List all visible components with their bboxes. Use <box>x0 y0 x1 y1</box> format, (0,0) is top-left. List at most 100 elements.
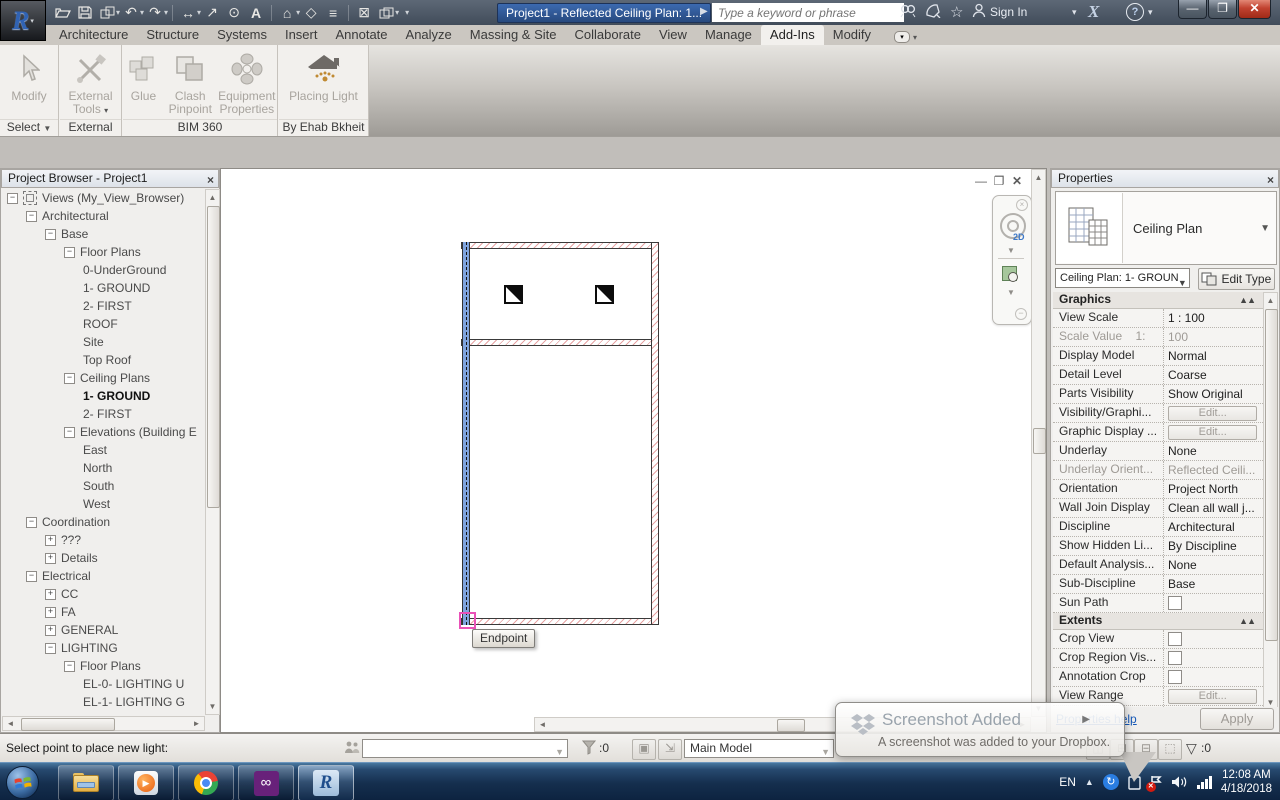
tree-item[interactable]: −Architectural <box>3 207 205 225</box>
tree-item[interactable]: +??? <box>3 531 205 549</box>
add-to-set-icon[interactable]: ⇲ <box>658 739 682 760</box>
panel-caption-select[interactable]: Select ▼ <box>0 119 58 136</box>
property-row[interactable]: Detail LevelCoarse <box>1053 366 1263 385</box>
collapse-icon[interactable]: − <box>26 571 37 582</box>
tab-manage[interactable]: Manage <box>696 25 761 45</box>
tree-item[interactable]: −Floor Plans <box>3 243 205 261</box>
design-options-icon[interactable]: ▣ <box>632 739 656 760</box>
tab-architecture[interactable]: Architecture <box>50 25 137 45</box>
tree-item[interactable]: 2- FIRST <box>3 297 205 315</box>
modify-button[interactable]: Modify <box>3 48 55 119</box>
property-row[interactable]: Show Hidden Li...By Discipline <box>1053 537 1263 556</box>
save-icon[interactable] <box>75 3 95 23</box>
network-icon[interactable] <box>1197 776 1212 789</box>
apply-button[interactable]: Apply <box>1200 708 1274 730</box>
collapse-icon[interactable]: − <box>64 247 75 258</box>
open-icon[interactable] <box>53 3 73 23</box>
customize-qat-icon[interactable]: ▾ <box>405 8 409 17</box>
drawing-area[interactable]: — ❐ ✕ × 2D ▼ ▼ − Endpoint ▲ ▼ ◄ <box>220 168 1047 733</box>
collapse-icon[interactable]: − <box>26 517 37 528</box>
property-value[interactable]: Reflected Ceili... <box>1164 461 1263 479</box>
expand-icon[interactable]: + <box>45 607 56 618</box>
tree-item[interactable]: South <box>3 477 205 495</box>
tree-item[interactable]: 1- GROUND <box>3 387 205 405</box>
expand-icon[interactable]: + <box>45 535 56 546</box>
navbar-close-icon[interactable]: × <box>1016 199 1028 211</box>
edit-type-button[interactable]: Edit Type <box>1198 268 1275 290</box>
exchange-apps-icon[interactable]: X <box>1088 2 1099 22</box>
tree-item[interactable]: East <box>3 441 205 459</box>
notification-expand-icon[interactable]: ▶ <box>1082 714 1090 725</box>
undo-icon[interactable]: ↶ <box>121 3 141 23</box>
edit-button[interactable]: Edit... <box>1168 425 1257 440</box>
property-row[interactable]: UnderlayNone <box>1053 442 1263 461</box>
edit-button[interactable]: Edit... <box>1168 689 1257 704</box>
tree-item[interactable]: 0-UnderGround <box>3 261 205 279</box>
wall-bottom[interactable] <box>461 618 659 625</box>
property-row[interactable]: Scale Value 1:100 <box>1053 328 1263 347</box>
collapse-icon[interactable]: − <box>45 229 56 240</box>
tab-add-ins[interactable]: Add-Ins <box>761 25 824 45</box>
checkbox[interactable] <box>1168 632 1182 646</box>
tree-item[interactable]: 1- GROUND <box>3 279 205 297</box>
property-row[interactable]: Wall Join DisplayClean all wall j... <box>1053 499 1263 518</box>
application-menu-button[interactable]: R ▾ <box>0 0 46 41</box>
title-scroll-arrow-icon[interactable]: ▶ <box>700 6 708 17</box>
tree-item[interactable]: ROOF <box>3 315 205 333</box>
close-hidden-windows-icon[interactable]: ⊠ <box>354 3 374 23</box>
tab-analyze[interactable]: Analyze <box>397 25 461 45</box>
tab-annotate[interactable]: Annotate <box>326 25 396 45</box>
tree-item[interactable]: −Electrical <box>3 567 205 585</box>
section-header-extents[interactable]: Extents▲▲ <box>1053 613 1263 630</box>
collapse-icon[interactable]: − <box>7 193 18 204</box>
close-icon[interactable]: × <box>207 172 214 189</box>
help-icon[interactable]: ? <box>1126 3 1144 21</box>
chevron-down-icon[interactable]: ▼ <box>1260 223 1276 234</box>
checkbox[interactable] <box>1168 651 1182 665</box>
taskbar-app-chrome[interactable] <box>178 765 234 800</box>
expand-icon[interactable]: + <box>45 589 56 600</box>
start-button[interactable] <box>6 766 39 799</box>
property-value[interactable]: Clean all wall j... <box>1164 499 1263 517</box>
volume-icon[interactable] <box>1171 775 1188 789</box>
thin-lines-icon[interactable]: ≡ <box>323 3 343 23</box>
tray-clock[interactable]: 12:08 AM 4/18/2018 <box>1221 768 1276 796</box>
property-row[interactable]: Annotation Crop <box>1053 668 1263 687</box>
property-value[interactable]: Architectural <box>1164 518 1263 536</box>
tree-item[interactable]: Site <box>3 333 205 351</box>
redo-icon[interactable]: ↷ <box>145 3 165 23</box>
language-indicator[interactable]: EN <box>1059 775 1076 789</box>
property-row[interactable]: Underlay Orient...Reflected Ceili... <box>1053 461 1263 480</box>
tree-item[interactable]: −Base <box>3 225 205 243</box>
wall-middle[interactable] <box>461 339 659 346</box>
wall-top[interactable] <box>461 242 659 249</box>
property-value[interactable]: Edit... <box>1164 687 1263 705</box>
tree-horizontal-scrollbar[interactable]: ◄ ► <box>2 716 205 731</box>
section-icon[interactable]: ◇ <box>301 3 321 23</box>
sign-in-dropdown-icon[interactable]: ▾ <box>1072 7 1077 18</box>
tab-modify[interactable]: Modify <box>824 25 880 45</box>
property-row[interactable]: View Scale1 : 100 <box>1053 309 1263 328</box>
aligned-dimension-icon[interactable]: ↗ <box>202 3 222 23</box>
property-row[interactable]: Display ModelNormal <box>1053 347 1263 366</box>
search-icon[interactable] <box>900 3 917 21</box>
checkbox[interactable] <box>1168 596 1182 610</box>
user-icon[interactable] <box>972 3 986 21</box>
tree-item[interactable]: EL-1- LIGHTING G <box>3 693 205 711</box>
collapse-section-icon[interactable]: ▲▲ <box>1239 614 1255 629</box>
active-workset-combobox[interactable]: ▼ <box>362 739 568 758</box>
property-row[interactable]: Visibility/Graphi...Edit... <box>1053 404 1263 423</box>
view-close-icon[interactable]: ✕ <box>1010 175 1024 187</box>
canvas-vertical-scrollbar[interactable]: ▲ ▼ <box>1031 169 1046 717</box>
tree-item[interactable]: −Ceiling Plans <box>3 369 205 387</box>
expand-icon[interactable]: + <box>45 625 56 636</box>
property-value[interactable]: 100 <box>1164 328 1263 346</box>
property-value[interactable] <box>1164 594 1263 612</box>
view-minimize-icon[interactable]: — <box>974 175 988 187</box>
project-browser-title[interactable]: Project Browser - Project1 × <box>1 169 219 188</box>
tree-item[interactable]: +CC <box>3 585 205 603</box>
property-row[interactable]: Crop Region Vis... <box>1053 649 1263 668</box>
zoom-dropdown-icon[interactable]: ▼ <box>1007 288 1015 297</box>
property-value[interactable]: Base <box>1164 575 1263 593</box>
property-value[interactable]: Normal <box>1164 347 1263 365</box>
